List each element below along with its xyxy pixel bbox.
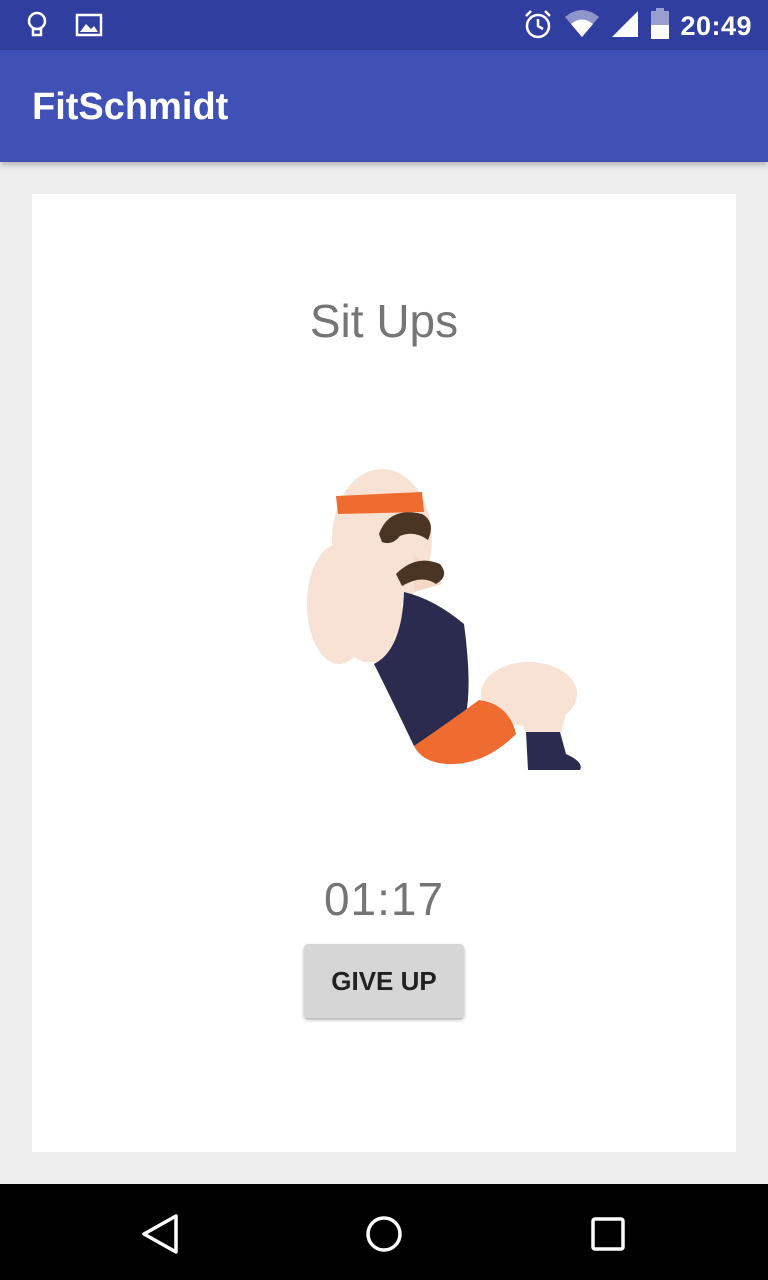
alarm-icon	[522, 8, 554, 45]
wifi-icon	[564, 9, 600, 44]
exercise-timer: 01:17	[323, 873, 445, 925]
battery-icon	[650, 8, 670, 45]
back-icon[interactable]	[138, 1212, 182, 1256]
image-icon	[74, 10, 104, 45]
home-icon[interactable]	[362, 1212, 406, 1256]
exercise-card: Sit Ups 01:17 GIVE UP	[32, 194, 736, 1152]
signal-icon	[610, 9, 640, 44]
give-up-button[interactable]: GIVE UP	[304, 944, 464, 1018]
status-bar: 20:49	[0, 0, 768, 50]
navigation-bar	[0, 1184, 768, 1280]
sit-up-illustration	[304, 464, 584, 784]
app-title: FitSchmidt	[32, 86, 229, 128]
lightbulb-icon	[22, 10, 52, 45]
status-time: 20:49	[680, 11, 752, 41]
exercise-title: Sit Ups	[309, 295, 459, 347]
recents-icon[interactable]	[586, 1212, 630, 1256]
app-bar: FitSchmidt	[0, 50, 768, 162]
